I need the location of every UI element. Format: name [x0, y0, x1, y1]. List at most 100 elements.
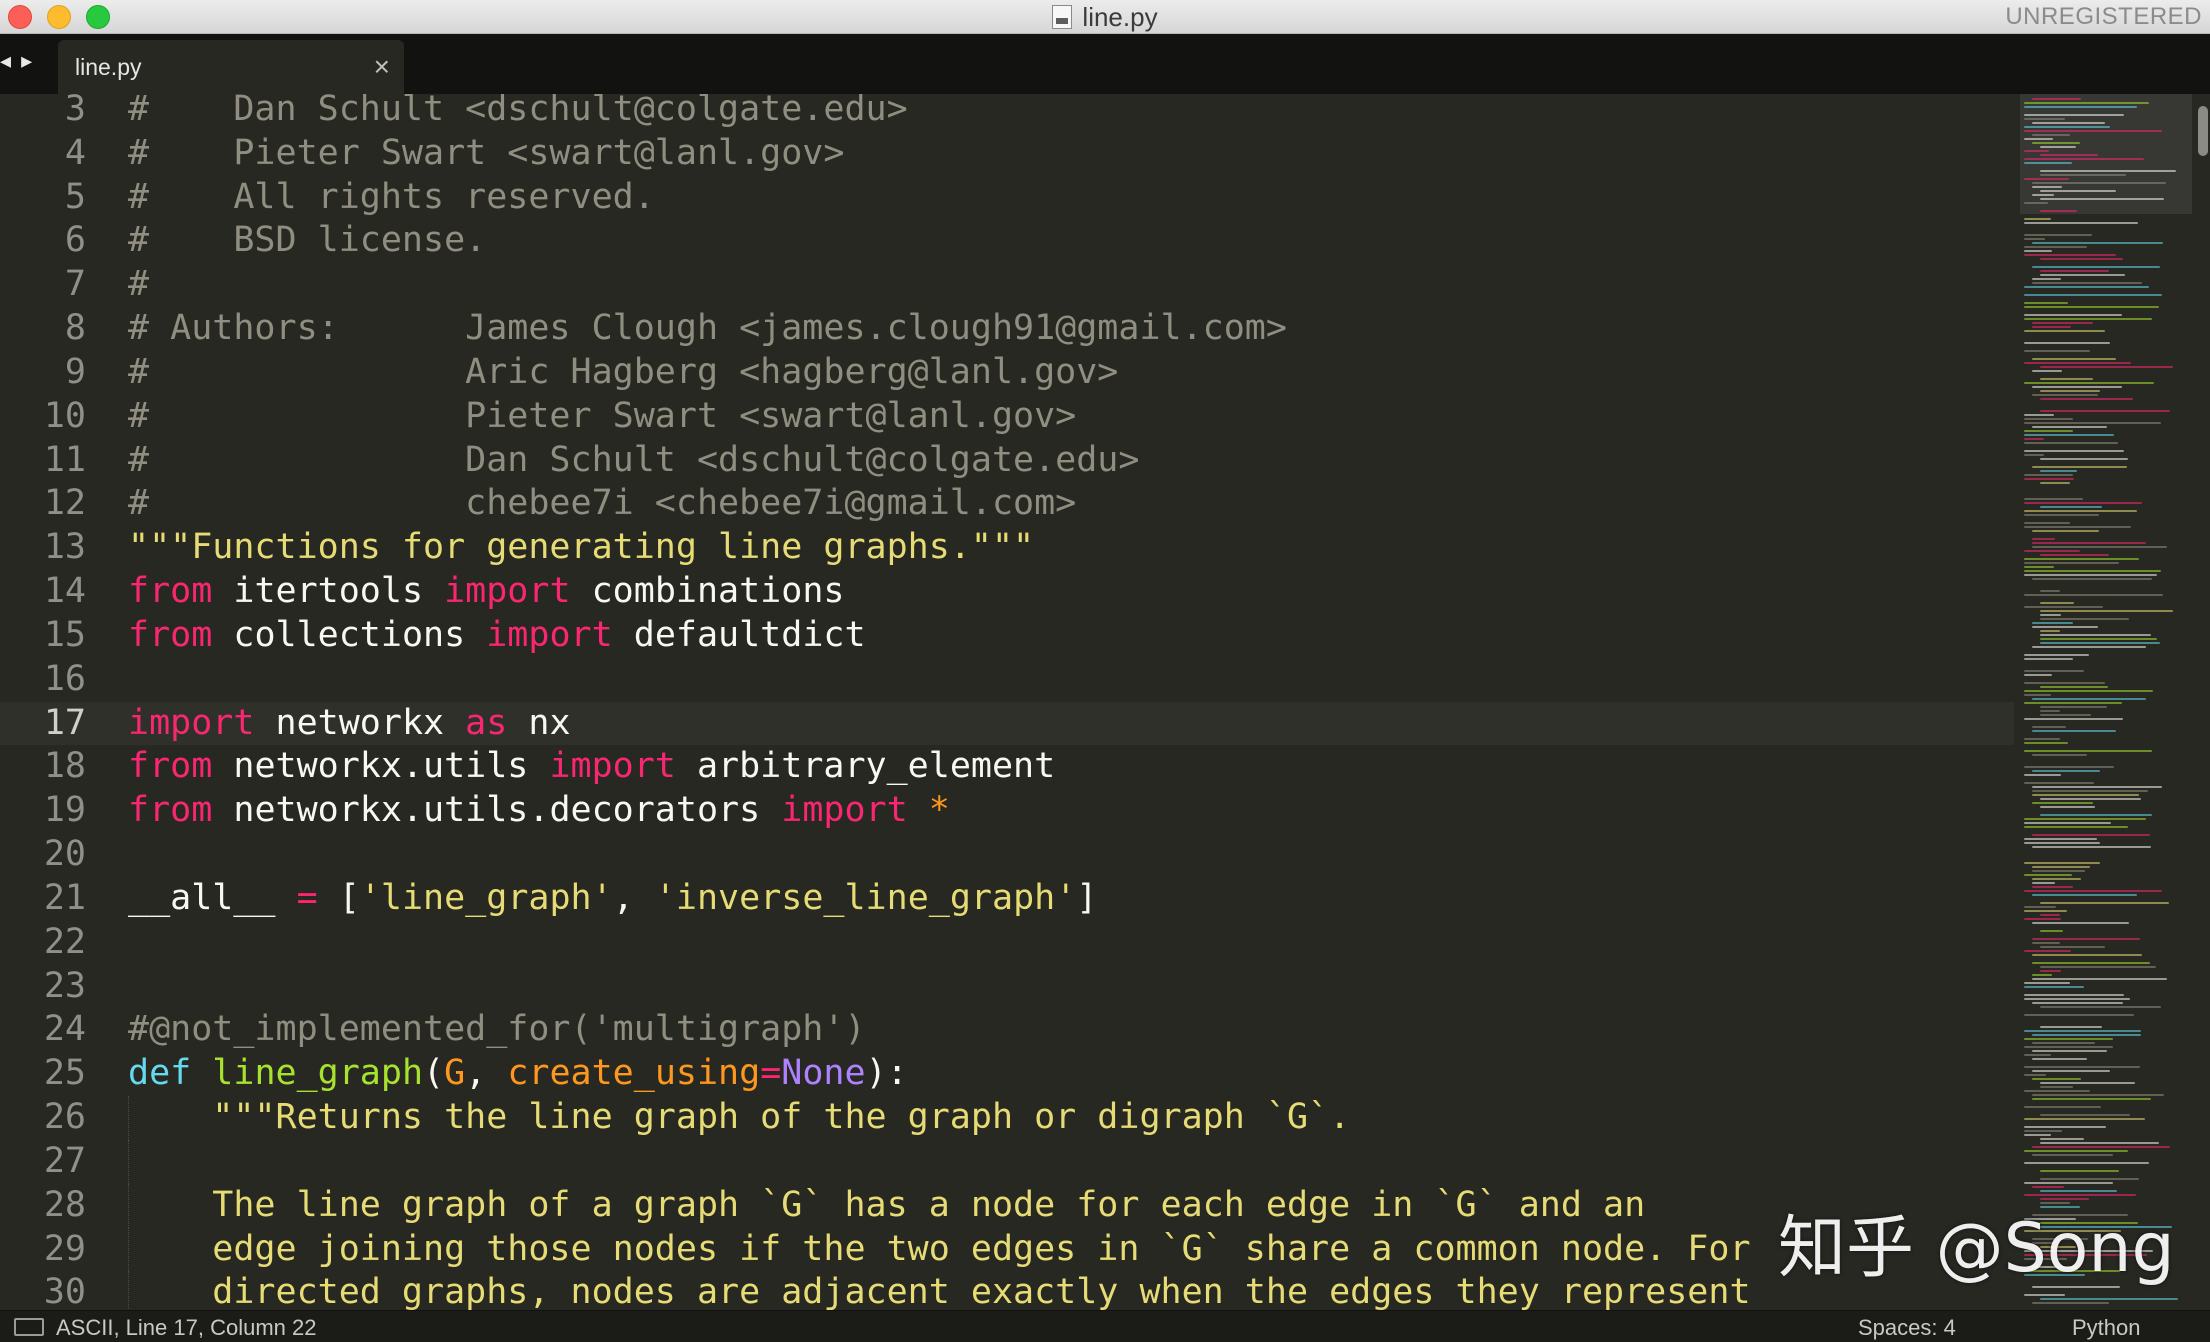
code-text: """Functions for generating line graphs.… [128, 527, 1035, 568]
minimap-line [2024, 250, 2052, 252]
line-number: 11 [43, 439, 86, 480]
tab-line-py[interactable]: line.py × [58, 40, 404, 94]
minimap-line [2024, 1038, 2113, 1040]
line-number: 23 [43, 965, 86, 1006]
minimap-line [2040, 618, 2129, 620]
syntax-selector[interactable]: Python [2072, 1315, 2141, 1341]
minimap-line [2032, 322, 2093, 324]
code-line[interactable]: 9 # Aric Hagberg <hagberg@lanl.gov> [0, 351, 2014, 395]
code-line[interactable]: 15 from collections import defaultdict [0, 614, 2014, 658]
minimap-line [2024, 114, 2124, 116]
code-line[interactable]: 18 from networkx.utils import arbitrary_e… [0, 745, 2014, 789]
code-line[interactable]: 21 __all__ = ['line_graph', 'inverse_line… [0, 877, 2014, 921]
code-line[interactable]: 16 [0, 658, 2014, 702]
line-number: 3 [64, 94, 86, 129]
minimap-line [2024, 442, 2118, 444]
code-text: # Authors: James Clough <james.clough91@… [128, 308, 1287, 349]
code-line[interactable]: 20 [0, 833, 2014, 877]
minimap-line [2024, 478, 2074, 480]
minimap-line [2032, 870, 2085, 872]
panel-toggle-icon[interactable] [14, 1318, 44, 1336]
code-text: # [128, 264, 150, 305]
minimap[interactable] [2014, 94, 2196, 1310]
code-line[interactable]: 29 edge joining those nodes if the two e… [0, 1227, 2014, 1272]
code-line[interactable]: 12 # chebee7i <chebee7i@gmail.com> [0, 482, 2014, 526]
minimap-line [2024, 422, 2161, 424]
minimap-line [2032, 626, 2098, 628]
minimap-line [2024, 302, 2068, 304]
minimap-line [2024, 550, 2080, 552]
minimap-line [2040, 614, 2061, 616]
cursor-position: ASCII, Line 17, Column 22 [56, 1315, 317, 1340]
minimap-line [2024, 594, 2163, 596]
minimap-line [2024, 986, 2084, 988]
minimap-line [2040, 610, 2173, 612]
code-line[interactable]: 17 import networkx as nx [0, 701, 2014, 746]
minimap-line [2024, 742, 2068, 744]
minimap-line [2024, 1150, 2128, 1152]
code-line[interactable]: 7 # [0, 263, 2014, 307]
tab-close-icon[interactable]: × [374, 51, 390, 83]
code-line[interactable]: 6 # BSD license. [0, 219, 2014, 263]
vertical-scrollbar[interactable] [2196, 94, 2210, 1310]
minimap-line [2024, 890, 2162, 892]
scrollbar-thumb[interactable] [2198, 106, 2208, 156]
minimap-line [2024, 502, 2142, 504]
code-line[interactable]: 22 [0, 921, 2014, 965]
line-number: 24 [43, 1009, 86, 1050]
minimap-line [2024, 982, 2070, 984]
minimap-line [2024, 318, 2152, 320]
minimap-line [2040, 686, 2108, 688]
line-number: 9 [64, 351, 86, 392]
code-line[interactable]: 13 """Functions for generating line graph… [0, 526, 2014, 570]
minimap-line [2032, 770, 2100, 772]
code-line[interactable]: 28 The line graph of a graph `G` has a n… [0, 1183, 2014, 1228]
minimap-line [2024, 474, 2073, 476]
code-line[interactable]: 26 """Returns the line graph of the grap… [0, 1096, 2014, 1140]
code-line[interactable]: 25 def line_graph(G, create_using=None): [0, 1052, 2014, 1096]
minimap-line [2024, 566, 2054, 568]
code-line[interactable]: 27 [0, 1139, 2014, 1184]
code-line[interactable]: 24 #@not_implemented_for('multigraph') [0, 1008, 2014, 1052]
minimap-line [2032, 370, 2062, 372]
code-line[interactable]: 14 from itertools import combinations [0, 570, 2014, 614]
minimap-line [2040, 902, 2169, 904]
minimap-line [2032, 1070, 2110, 1072]
code-line[interactable]: 23 [0, 965, 2014, 1009]
minimap-line [2024, 766, 2114, 768]
code-line[interactable]: 30 directed graphs, nodes are adjacent e… [0, 1271, 2014, 1310]
minimap-line [2032, 394, 2098, 396]
window-title-group: line.py [0, 0, 2210, 34]
minimap-line [2024, 350, 2090, 352]
code-line[interactable]: 4 # Pieter Swart <swart@lanl.gov> [0, 132, 2014, 176]
minimap-line [2040, 470, 2077, 472]
code-text: # BSD license. [128, 220, 487, 261]
watermark: 知乎 @Song [1778, 1209, 2175, 1288]
code-line[interactable]: 10 # Pieter Swart <swart@lanl.gov> [0, 395, 2014, 439]
minimap-line [2032, 358, 2116, 360]
code-line[interactable]: 3 # Dan Schult <dschult@colgate.edu> [0, 94, 2014, 132]
code-line[interactable]: 19 from networkx.utils.decorators import … [0, 789, 2014, 833]
minimap-line [2040, 190, 2116, 192]
code-line[interactable]: 5 # All rights reserved. [0, 176, 2014, 220]
code-line[interactable]: 8 # Authors: James Clough <james.clough91… [0, 307, 2014, 351]
line-number: 5 [64, 176, 86, 217]
minimap-line [2032, 730, 2116, 732]
minimap-line [2024, 1014, 2134, 1016]
code-editor[interactable]: 3 # Dan Schult <dschult@colgate.edu> 4 # Pi… [0, 94, 2014, 1310]
minimap-line [2040, 390, 2100, 392]
minimap-line [2040, 274, 2125, 276]
line-number: 7 [64, 264, 86, 305]
minimap-line [2024, 382, 2154, 384]
line-number: 4 [64, 132, 86, 173]
minimap-line [2040, 634, 2151, 636]
code-line[interactable]: 11 # Dan Schult <dschult@colgate.edu> [0, 439, 2014, 483]
minimap-line [2032, 194, 2054, 196]
minimap-line [2040, 1006, 2161, 1008]
code-text: from networkx.utils.decorators import * [128, 790, 950, 831]
minimap-line [2032, 1154, 2113, 1156]
indentation-setting[interactable]: Spaces: 4 [1858, 1315, 1956, 1341]
tab-nav-arrows-icon[interactable]: ◂ ▸ [0, 48, 34, 74]
minimap-line [2032, 326, 2071, 328]
minimap-line [2024, 818, 2146, 820]
